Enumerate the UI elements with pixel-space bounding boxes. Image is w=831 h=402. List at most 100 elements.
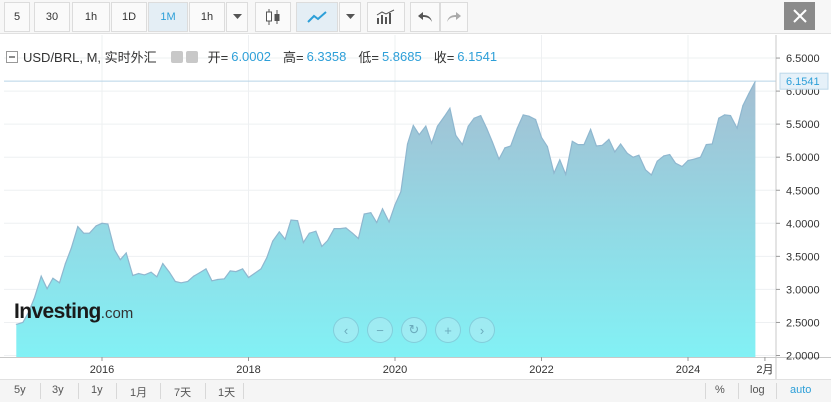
data-point (162, 263, 164, 265)
data-point (632, 156, 634, 158)
data-point (705, 144, 707, 146)
undo-button[interactable] (410, 2, 440, 32)
close-button[interactable] (784, 2, 815, 30)
close-value: 6.1541 (457, 49, 498, 64)
interval-30-button[interactable]: 30 (34, 2, 70, 32)
scroll-right-button[interactable]: › (469, 317, 495, 343)
x-tick-label: 2020 (383, 364, 407, 376)
plus-icon: + (444, 322, 452, 338)
settings-icon[interactable] (185, 50, 198, 63)
data-point (193, 275, 195, 277)
data-point (388, 221, 390, 223)
data-point (400, 191, 402, 193)
auto-scale-toggle[interactable]: auto (790, 384, 811, 396)
data-point (473, 117, 475, 119)
scroll-left-button[interactable]: ‹ (333, 317, 359, 343)
y-tick-label: 5.5000 (786, 119, 820, 131)
candlestick-type-button[interactable] (255, 2, 291, 32)
y-tick-label: 2.0000 (786, 351, 820, 363)
range-1y[interactable]: 1y (91, 384, 103, 396)
data-point (406, 143, 409, 145)
data-point (198, 272, 200, 274)
reset-button[interactable]: ↻ (401, 317, 427, 343)
chart-type-dropdown-toggle[interactable] (339, 2, 361, 32)
divider (78, 383, 79, 399)
interval-5-button[interactable]: 5 (4, 2, 30, 32)
log-scale-toggle[interactable]: log (750, 384, 765, 396)
divider (738, 383, 739, 399)
data-point (614, 151, 616, 153)
zoom-in-button[interactable]: + (435, 317, 461, 343)
data-point (699, 156, 702, 158)
interval-dropdown-toggle[interactable] (226, 2, 248, 32)
divider (116, 383, 117, 399)
divider (705, 383, 706, 399)
low-value: 5.8685 (381, 49, 422, 64)
data-point (229, 270, 231, 272)
data-point (674, 162, 677, 164)
minus-icon (9, 55, 15, 58)
data-point (370, 212, 372, 214)
y-tick-label: 4.5000 (786, 185, 820, 197)
data-point (394, 204, 396, 206)
data-point (266, 257, 268, 259)
data-point (211, 280, 213, 282)
data-point (742, 105, 744, 107)
data-point (601, 144, 603, 146)
data-point (681, 165, 683, 168)
collapse-legend-button[interactable] (6, 50, 18, 63)
data-point (595, 145, 598, 147)
data-point (583, 144, 585, 146)
data-point (284, 238, 286, 240)
candlestick-icon (266, 9, 280, 25)
data-point (223, 278, 225, 280)
visibility-icon[interactable] (170, 50, 183, 63)
data-point (138, 272, 140, 275)
data-point (436, 125, 439, 127)
zoom-out-button[interactable]: − (367, 317, 393, 343)
percent-scale-toggle[interactable]: % (715, 384, 725, 396)
data-point (357, 237, 359, 240)
line-chart-type-button[interactable] (296, 2, 338, 32)
data-point (486, 127, 488, 129)
open-label: 开= (207, 50, 229, 65)
data-point (620, 143, 622, 145)
x-tick-label: 2022 (529, 364, 553, 376)
undo-icon (418, 12, 432, 22)
divider (160, 383, 161, 399)
data-point (644, 169, 647, 171)
data-point (491, 141, 493, 143)
data-point (736, 127, 738, 129)
data-point (278, 231, 280, 233)
data-point (333, 228, 335, 230)
symbol-label: USD/BRL, M, 实时外汇 (23, 50, 157, 65)
data-point (687, 159, 689, 162)
data-point (455, 134, 457, 136)
chart-toolbar: 5 30 1h 1D 1M 1h (0, 0, 831, 34)
data-point (174, 280, 176, 283)
data-point (339, 228, 341, 230)
last-price-label: 6.1541 (786, 76, 820, 88)
indicators-button[interactable] (367, 2, 405, 32)
range-3y[interactable]: 3y (52, 384, 64, 396)
data-point (260, 268, 262, 270)
data-point (608, 138, 610, 140)
data-point (150, 271, 152, 273)
range-1d[interactable]: 1天 (218, 384, 235, 400)
data-point (553, 172, 555, 174)
interval-1h-button[interactable]: 1h (72, 2, 110, 32)
low-label: 低= (358, 50, 379, 65)
interval-1m-button[interactable]: 1M (148, 2, 188, 32)
data-point (376, 222, 378, 224)
data-point (724, 114, 726, 116)
range-1m[interactable]: 1月 (130, 384, 147, 400)
interval-1d-button[interactable]: 1D (111, 2, 147, 32)
data-point (590, 128, 592, 130)
range-5y[interactable]: 5y (14, 384, 26, 396)
data-point (308, 232, 310, 234)
chart-legend: USD/BRL, M, 实时外汇 开= 6.0002 高= 6.3358 低= … (6, 47, 509, 66)
redo-button[interactable] (440, 2, 468, 32)
interval-1h-dropdown-button[interactable]: 1h (189, 2, 225, 32)
close-label: 收= (433, 50, 455, 65)
range-7d[interactable]: 7天 (174, 384, 191, 400)
